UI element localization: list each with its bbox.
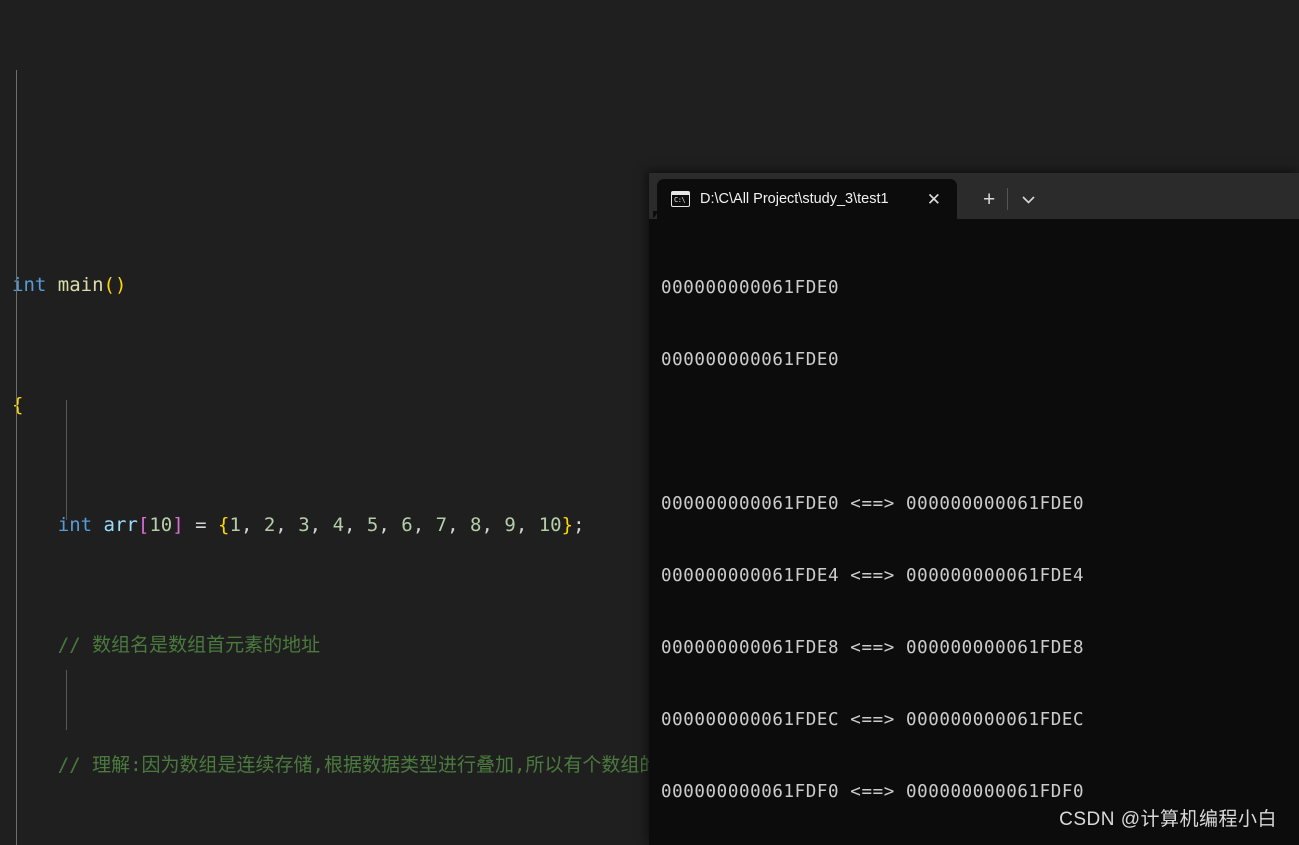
token-function: main: [57, 274, 104, 296]
comment-text: // 数组名是数组首元素的地址: [12, 634, 321, 656]
chevron-down-glyph: [1022, 196, 1035, 204]
indent-guide-level-2b: [66, 670, 67, 730]
screen: int main() { int arr[10] = {1, 2, 3, 4, …: [0, 0, 1299, 845]
token-keyword: int: [12, 274, 47, 296]
terminal-line: 000000000061FDE0 <==> 000000000061FDE0: [661, 494, 1085, 514]
close-icon[interactable]: ✕: [923, 189, 945, 210]
terminal-output[interactable]: 000000000061FDE0 000000000061FDE0 000000…: [649, 219, 1299, 845]
chevron-down-icon[interactable]: [1008, 194, 1049, 207]
terminal-line: 000000000061FDF0 <==> 000000000061FDF0: [661, 782, 1085, 802]
cmd-console-icon: C:\: [671, 191, 690, 207]
terminal-tab-bar: C:\ D:\C\All Project\study_3\test1 ✕ +: [649, 173, 1299, 219]
terminal-line: 000000000061FDE8 <==> 000000000061FDE8: [661, 638, 1085, 658]
csdn-watermark: CSDN @计算机编程小白: [1059, 809, 1277, 830]
terminal-line: 000000000061FDE4 <==> 000000000061FDE4: [661, 566, 1085, 586]
indent-guide-level-1: [16, 70, 17, 845]
terminal-window[interactable]: C:\ D:\C\All Project\study_3\test1 ✕ + 0…: [649, 173, 1299, 845]
new-tab-button[interactable]: +: [971, 189, 1007, 210]
terminal-line: 000000000061FDE0: [661, 350, 840, 370]
terminal-tab[interactable]: C:\ D:\C\All Project\study_3\test1 ✕: [649, 179, 957, 219]
terminal-line: 000000000061FDE0: [661, 278, 840, 298]
terminal-line: 000000000061FDEC <==> 000000000061FDEC: [661, 710, 1085, 730]
indent-guide-level-2a: [66, 400, 67, 520]
terminal-tab-title: D:\C\All Project\study_3\test1: [700, 191, 889, 207]
